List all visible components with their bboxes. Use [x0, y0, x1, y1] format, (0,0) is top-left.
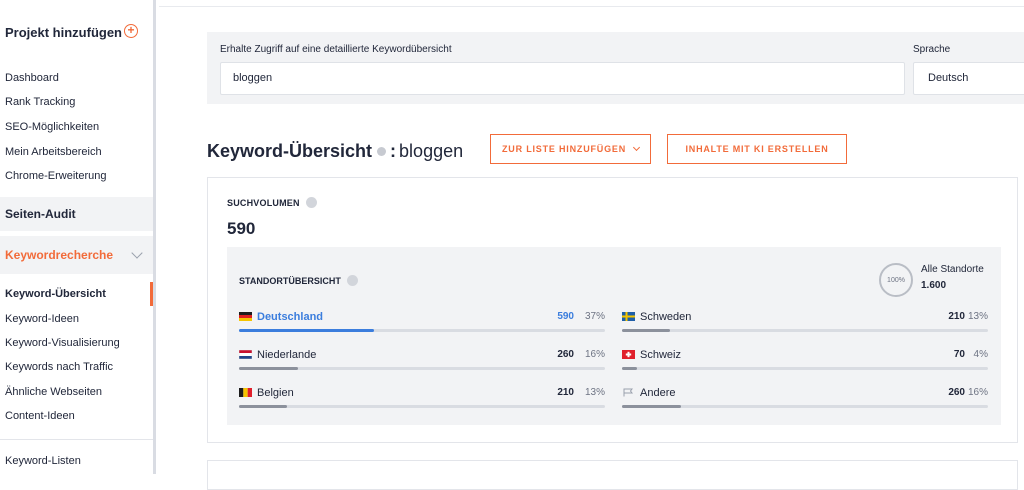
add-project-label: Projekt hinzufügen: [5, 24, 122, 40]
sidebar-section-keyword-research[interactable]: Keywordrecherche: [0, 236, 153, 274]
sidebar-item-keyword-overview[interactable]: Keyword-Übersicht: [5, 288, 106, 300]
location-name: Niederlande: [257, 349, 317, 361]
location-bar-fill: [622, 405, 681, 408]
all-locations-value: 1.600: [921, 280, 947, 291]
sidebar: Projekt hinzufügen + Dashboard Rank Trac…: [0, 0, 156, 474]
page-heading: Keyword-Übersicht : bloggen: [207, 138, 463, 164]
location-percent: 13%: [967, 311, 988, 322]
page-title: Keyword-Übersicht: [207, 140, 373, 161]
sidebar-section-keyword-research-label: Keywordrecherche: [5, 248, 114, 262]
sidebar-item-keywords-by-traffic[interactable]: Keywords nach Traffic: [5, 361, 113, 373]
location-overview-heading: STANDORTÜBERSICHT: [239, 275, 358, 286]
location-bar-track: [239, 329, 605, 332]
sidebar-item-keyword-ideas[interactable]: Keyword-Ideen: [5, 313, 79, 325]
location-volume: 590: [557, 311, 574, 322]
info-icon[interactable]: [305, 197, 317, 208]
location-name: Schweiz: [640, 349, 681, 361]
sidebar-item-dashboard[interactable]: Dashboard: [5, 72, 59, 84]
add-to-list-button[interactable]: ZUR LISTE HINZUFÜGEN: [490, 134, 651, 164]
location-name: Andere: [640, 387, 676, 399]
location-volume: 260: [948, 387, 965, 398]
percent-ring: 100%: [879, 263, 913, 297]
sidebar-section-site-audit-label: Seiten-Audit: [5, 207, 76, 221]
location-bar-fill: [239, 367, 298, 370]
keyword-search-input[interactable]: bloggen: [220, 62, 905, 95]
flag-be-icon: [239, 388, 252, 397]
location-overview: STANDORTÜBERSICHT 100% Alle Standorte 1.…: [227, 247, 1001, 425]
location-row[interactable]: Niederlande 260 16%: [227, 349, 610, 377]
location-percent: 16%: [967, 387, 988, 398]
sidebar-item-keyword-lists[interactable]: Keyword-Listen: [5, 455, 81, 467]
language-label: Sprache: [913, 44, 951, 55]
create-ai-content-button[interactable]: INHALTE MIT KI ERSTELLEN: [667, 134, 847, 164]
location-percent: 16%: [584, 349, 605, 360]
flag-de-icon: [239, 312, 252, 321]
add-to-list-label: ZUR LISTE HINZUFÜGEN: [502, 144, 626, 154]
location-percent: 13%: [584, 387, 605, 398]
title-colon: :: [390, 140, 397, 161]
info-icon[interactable]: [377, 146, 387, 156]
location-name: Belgien: [257, 387, 294, 399]
sidebar-divider: [0, 439, 153, 440]
location-overview-label: STANDORTÜBERSICHT: [239, 275, 341, 286]
location-bar-fill: [622, 367, 637, 370]
location-bar-fill: [239, 405, 287, 408]
sidebar-item-seo-opportunities[interactable]: SEO-Möglichkeiten: [5, 121, 99, 133]
flag-nl-icon: [239, 350, 252, 359]
location-volume: 260: [557, 349, 574, 360]
location-bar-fill: [622, 329, 670, 332]
page-keyword: bloggen: [399, 140, 464, 161]
flag-se-icon: [622, 312, 635, 321]
sidebar-section-site-audit[interactable]: Seiten-Audit: [0, 197, 153, 231]
all-locations-label: Alle Standorte: [921, 264, 984, 275]
location-row[interactable]: Schweden 210 13%: [610, 311, 1001, 339]
location-name[interactable]: Deutschland: [257, 311, 323, 323]
active-indicator: [150, 282, 153, 306]
location-volume: 210: [557, 387, 574, 398]
location-row[interactable]: Schweiz 70 4%: [610, 349, 1001, 377]
location-row[interactable]: Belgien 210 13%: [227, 387, 610, 415]
location-bar-track: [622, 329, 988, 332]
language-select[interactable]: Deutsch: [913, 62, 1024, 95]
info-icon[interactable]: [346, 275, 358, 286]
location-bar-track: [239, 367, 605, 370]
search-volume-card: SUCHVOLUMEN 590 STANDORTÜBERSICHT 100% A…: [207, 177, 1018, 443]
location-volume: 210: [948, 311, 965, 322]
sidebar-item-keyword-visualization[interactable]: Keyword-Visualisierung: [5, 337, 120, 349]
search-volume-label: SUCHVOLUMEN: [227, 197, 300, 208]
plus-circle-icon[interactable]: +: [124, 24, 138, 38]
next-card: [207, 460, 1018, 490]
location-row[interactable]: Deutschland 590 37%: [227, 311, 610, 339]
sidebar-item-content-ideas[interactable]: Content-Ideen: [5, 410, 75, 422]
search-label: Erhalte Zugriff auf eine detaillierte Ke…: [220, 44, 452, 55]
flag-outline-icon: [623, 388, 633, 397]
sidebar-item-chrome-extension[interactable]: Chrome-Erweiterung: [5, 170, 106, 182]
search-volume-heading: SUCHVOLUMEN: [227, 197, 317, 208]
location-bar-fill: [239, 329, 375, 332]
flag-ch-icon: [622, 350, 635, 359]
location-volume: 70: [953, 349, 965, 360]
chevron-down-icon: [632, 143, 641, 152]
search-panel: Erhalte Zugriff auf eine detaillierte Ke…: [207, 32, 1024, 104]
location-name: Schweden: [640, 311, 692, 323]
sidebar-item-similar-websites[interactable]: Ähnliche Webseiten: [5, 386, 102, 398]
sidebar-item-workspace[interactable]: Mein Arbeitsbereich: [5, 146, 102, 158]
location-row[interactable]: Andere 260 16%: [610, 387, 1001, 415]
location-percent: 4%: [973, 349, 988, 360]
sidebar-item-rank-tracking[interactable]: Rank Tracking: [5, 96, 75, 108]
location-bar-track: [622, 405, 988, 408]
location-percent: 37%: [584, 311, 605, 322]
create-ai-content-label: INHALTE MIT KI ERSTELLEN: [685, 144, 829, 154]
top-divider: [159, 6, 1024, 7]
location-bar-track: [239, 405, 605, 408]
location-bar-track: [622, 367, 988, 370]
search-volume-value: 590: [227, 219, 256, 238]
